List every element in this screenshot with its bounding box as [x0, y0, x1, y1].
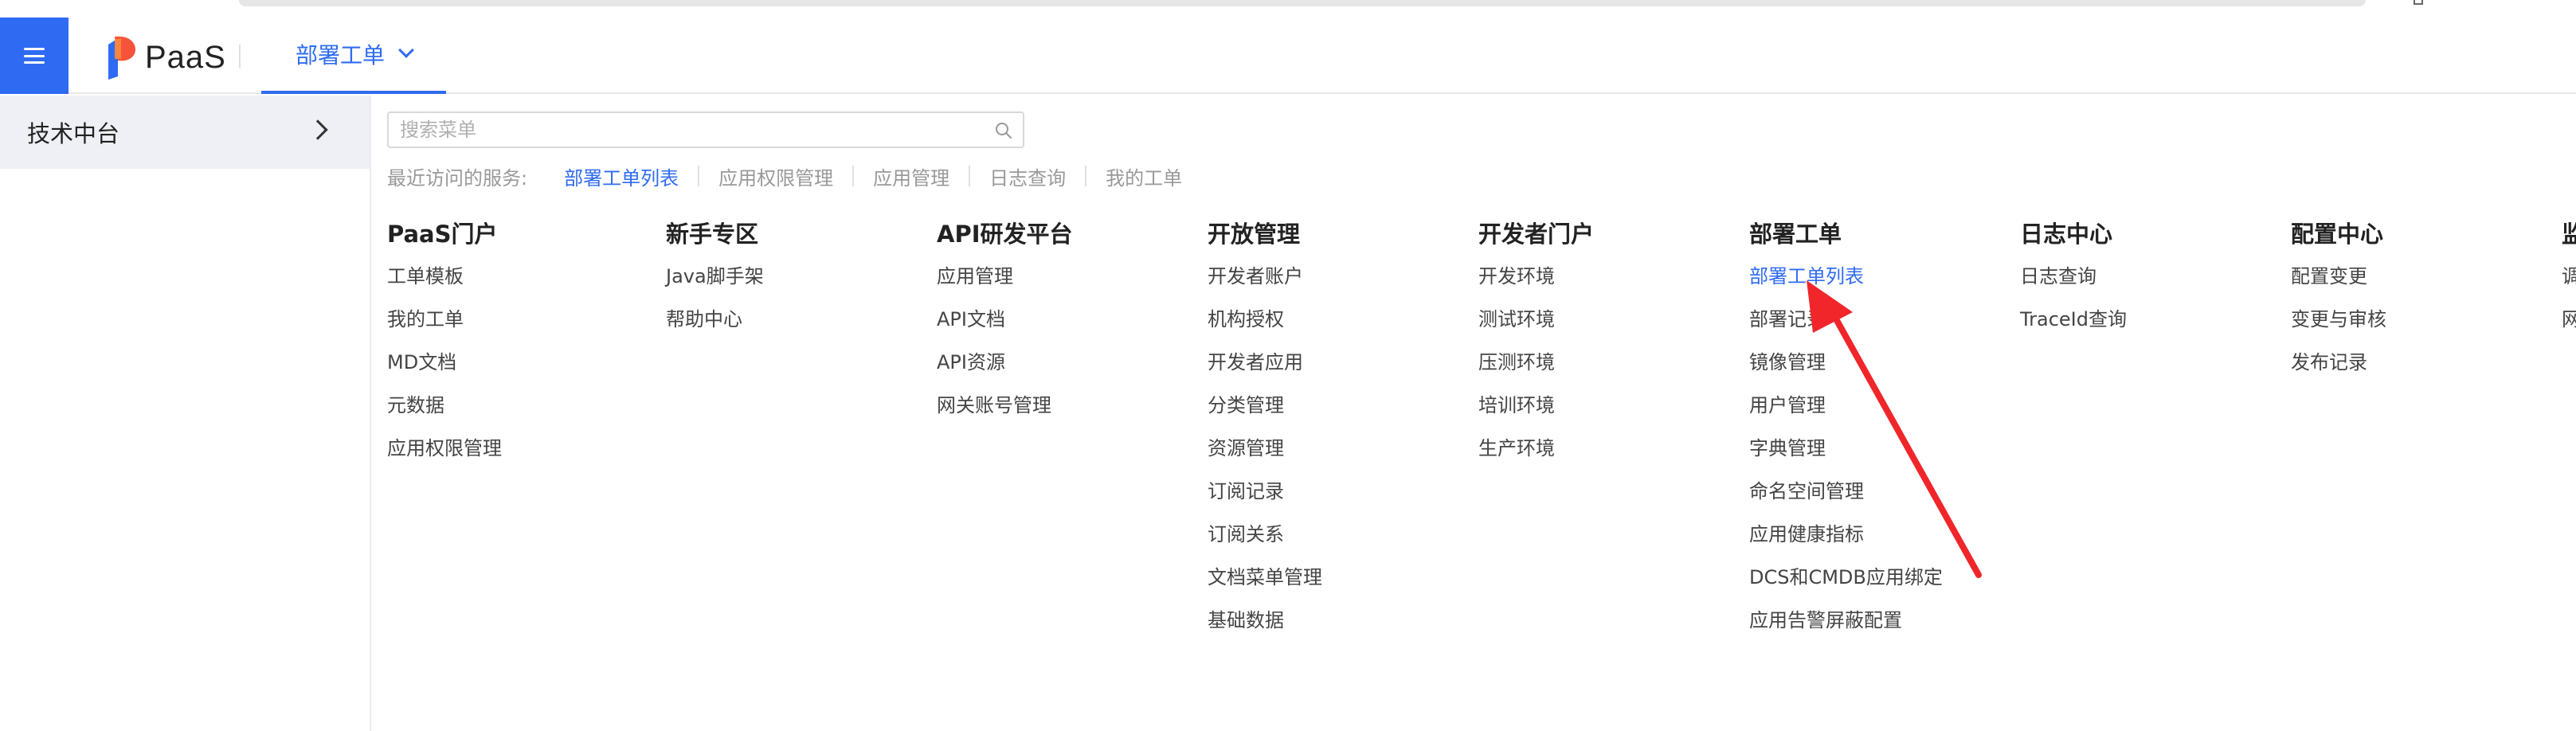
menu-link[interactable]: 压测环境 [1478, 341, 1594, 384]
menu-link[interactable]: 网关账号管理 [937, 384, 1073, 427]
sidebar: 技术中台 [0, 96, 371, 731]
chevron-right-icon [307, 119, 328, 140]
menu-link[interactable]: 用户管理 [1749, 384, 1943, 427]
menu-link[interactable]: TraceId查询 [2020, 298, 2127, 341]
search-icon[interactable] [994, 121, 1013, 140]
column-title: 配置中心 [2291, 221, 2384, 248]
menu-link[interactable]: 基础数据 [1208, 599, 1322, 642]
menu-link[interactable]: DCS和CMDB应用绑定 [1749, 556, 1943, 599]
menu-link[interactable]: 机构授权 [1208, 298, 1322, 341]
menu-link[interactable]: 部署记录 [1749, 298, 1943, 341]
sidebar-item-label: 技术中台 [27, 120, 120, 147]
tab-deploy-workorder[interactable]: 部署工单 [261, 18, 446, 94]
menu-link[interactable]: 网 [2562, 298, 2576, 341]
menu-link[interactable]: 命名空间管理 [1749, 470, 1943, 513]
menu-column-newbie-zone: 新手专区 Java脚手架 帮助中心 [666, 217, 764, 341]
column-title: API研发平台 [937, 221, 1073, 248]
menu-column-api-platform: API研发平台 应用管理 API文档 API资源 网关账号管理 [937, 217, 1073, 427]
menu-link-deploy-workorder-list[interactable]: 部署工单列表 [1749, 255, 1943, 298]
menu-link[interactable]: 开发者账户 [1208, 255, 1322, 298]
browser-icon-fragment [2414, 0, 2423, 5]
menu-link[interactable]: API资源 [937, 341, 1073, 384]
top-navigation-bar: PaaS 部署工单 [0, 18, 2576, 94]
recent-item-log-query[interactable]: 日志查询 [989, 162, 1066, 190]
column-title: PaaS门户 [387, 221, 498, 248]
menu-link[interactable]: 生产环境 [1478, 427, 1594, 470]
menu-link[interactable]: 变更与审核 [2291, 298, 2386, 341]
recent-separator [852, 166, 855, 186]
menu-link[interactable]: 日志查询 [2020, 255, 2127, 298]
menu-link[interactable]: 镜像管理 [1749, 341, 1943, 384]
menu-link[interactable]: 培训环境 [1478, 384, 1594, 427]
column-title: 开发者门户 [1478, 221, 1595, 248]
menu-link[interactable]: 发布记录 [2291, 341, 2386, 384]
menu-link[interactable]: MD文档 [387, 341, 502, 384]
browser-chrome-strip [0, 0, 2576, 18]
menu-link[interactable]: 订阅记录 [1208, 470, 1322, 513]
menu-column-config-center: 配置中心 配置变更 变更与审核 发布记录 [2291, 217, 2386, 384]
menu-search-input[interactable] [400, 116, 957, 143]
hamburger-menu-icon [24, 48, 45, 64]
menu-link[interactable]: 应用权限管理 [387, 427, 502, 470]
menu-link[interactable]: 开发者应用 [1208, 341, 1322, 384]
column-title: 新手专区 [666, 221, 759, 248]
menu-column-log-center: 日志中心 日志查询 TraceId查询 [2020, 217, 2127, 341]
menu-link[interactable]: 应用健康指标 [1749, 513, 1943, 556]
menu-link[interactable]: 订阅关系 [1208, 513, 1322, 556]
column-title: 部署工单 [1749, 221, 1842, 248]
recent-services: 最近访问的服务: 部署工单列表 应用权限管理 应用管理 日志查询 我的工单 [387, 162, 1182, 190]
menu-link[interactable]: 应用管理 [937, 255, 1073, 298]
sidebar-item-tech-platform[interactable]: 技术中台 [0, 96, 370, 169]
menu-column-paas-portal: PaaS门户 工单模板 我的工单 MD文档 元数据 应用权限管理 [387, 217, 502, 470]
recent-item-app-management[interactable]: 应用管理 [873, 162, 949, 190]
menu-link[interactable]: Java脚手架 [666, 255, 764, 298]
menu-link[interactable]: API文档 [937, 298, 1073, 341]
column-title: 日志中心 [2020, 221, 2113, 248]
recent-separator [1085, 166, 1087, 186]
recent-separator [698, 166, 700, 186]
menu-link[interactable]: 分类管理 [1208, 384, 1322, 427]
menu-link[interactable]: 字典管理 [1749, 427, 1943, 470]
recent-separator [969, 166, 971, 186]
logo-text: PaaS [145, 39, 226, 75]
tab-label: 部署工单 [295, 42, 385, 68]
recent-item-my-workorder[interactable]: 我的工单 [1106, 162, 1182, 190]
menu-link[interactable]: 文档菜单管理 [1208, 556, 1322, 599]
menu-link[interactable]: 资源管理 [1208, 427, 1322, 470]
browser-address-bar-edge [239, 0, 2366, 6]
menu-link[interactable]: 应用告警屏蔽配置 [1749, 599, 1943, 642]
menu-link[interactable]: 我的工单 [387, 298, 502, 341]
menu-link[interactable]: 元数据 [387, 384, 502, 427]
menu-column-open-management: 开放管理 开发者账户 机构授权 开发者应用 分类管理 资源管理 订阅记录 订阅关… [1208, 217, 1322, 642]
paas-logo[interactable]: PaaS [104, 36, 226, 80]
menu-column-monitoring-clipped: 监 调 网 [2562, 217, 2576, 341]
chevron-down-icon [398, 42, 414, 58]
menu-link[interactable]: 帮助中心 [666, 298, 764, 341]
menu-search-box [387, 111, 1024, 148]
recent-item-app-permission[interactable]: 应用权限管理 [718, 162, 833, 190]
menu-link[interactable]: 配置变更 [2291, 255, 2386, 298]
hamburger-menu-button[interactable] [0, 18, 69, 94]
recent-item-deploy-list[interactable]: 部署工单列表 [564, 162, 679, 190]
column-title: 开放管理 [1208, 221, 1301, 248]
menu-link[interactable]: 测试环境 [1478, 298, 1594, 341]
menu-column-deploy-workorder: 部署工单 部署工单列表 部署记录 镜像管理 用户管理 字典管理 命名空间管理 应… [1749, 217, 1943, 642]
menu-link[interactable]: 开发环境 [1478, 255, 1594, 298]
menu-column-developer-portal: 开发者门户 开发环境 测试环境 压测环境 培训环境 生产环境 [1478, 217, 1594, 470]
column-title: 监 [2562, 221, 2576, 248]
topbar-divider [239, 45, 241, 68]
paas-logo-icon [108, 36, 135, 80]
menu-link[interactable]: 调 [2562, 255, 2576, 298]
recent-services-label: 最近访问的服务: [387, 166, 528, 190]
menu-link[interactable]: 工单模板 [387, 255, 502, 298]
